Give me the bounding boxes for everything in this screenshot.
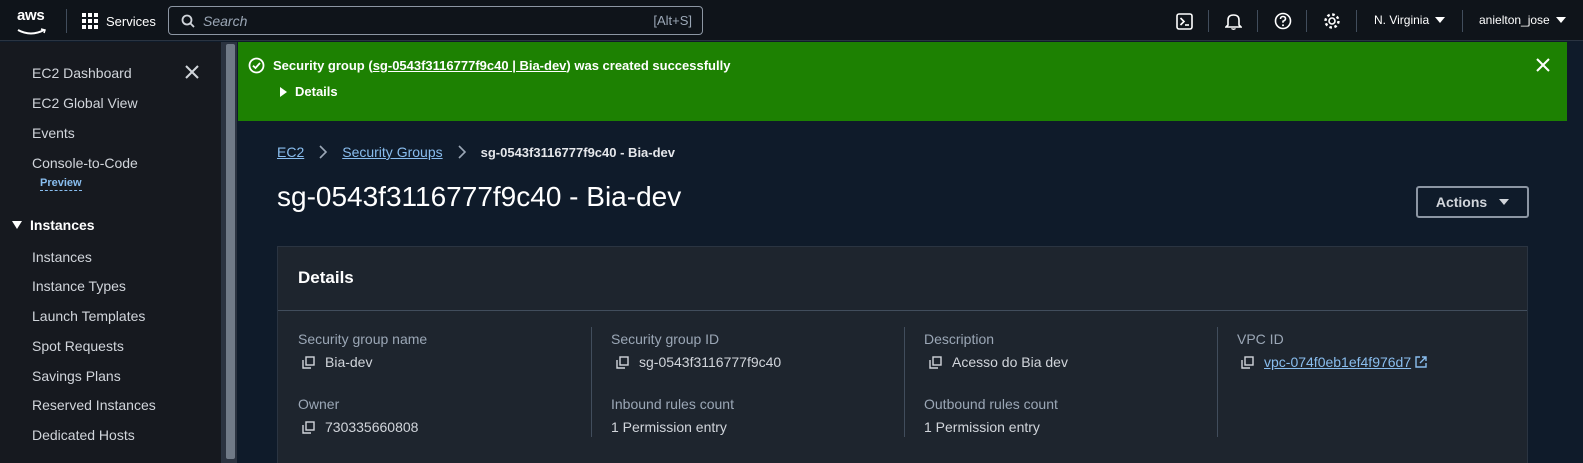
- panel-header: Details: [278, 247, 1527, 311]
- expand-icon: [12, 221, 22, 229]
- sg-id-text: sg-0543f3116777f9c40: [639, 354, 782, 370]
- sg-id-value: sg-0543f3116777f9c40: [616, 354, 781, 370]
- cloudshell-icon[interactable]: [1174, 11, 1194, 31]
- flash-message: Security group (sg-0543f3116777f9c40 | B…: [273, 58, 730, 73]
- sg-name-label: Security group name: [298, 331, 428, 347]
- sidebar-item-ec2-dashboard[interactable]: EC2 Dashboard: [32, 65, 132, 81]
- owner-label: Owner: [298, 396, 340, 412]
- breadcrumb-current: sg-0543f3116777f9c40 - Bia-dev: [480, 144, 676, 160]
- top-navigation: aws Services [Alt+S] N. Virginia: [0, 0, 1583, 41]
- actions-label: Actions: [1435, 194, 1488, 210]
- outbound-rules-value: 1 Permission entry: [924, 419, 1040, 435]
- flash-suffix: ) was created successfully: [566, 58, 731, 73]
- search-shortcut-hint: [Alt+S]: [653, 13, 692, 28]
- success-check-icon: [248, 57, 265, 74]
- sidebar-item-events[interactable]: Events: [32, 125, 75, 141]
- nav-divider: [1306, 10, 1307, 32]
- sg-name-text: Bia-dev: [325, 354, 373, 370]
- aws-logo[interactable]: aws: [17, 7, 53, 35]
- description-value: Acesso do Bia dev: [929, 354, 1068, 370]
- nav-divider: [1208, 10, 1209, 32]
- sidebar-item-reserved-instances[interactable]: Reserved Instances: [32, 397, 156, 413]
- nav-divider: [1356, 10, 1357, 32]
- inbound-rules-value: 1 Permission entry: [611, 419, 727, 435]
- settings-icon[interactable]: [1322, 11, 1342, 31]
- sidebar-item-instances[interactable]: Instances: [32, 249, 92, 265]
- description-label: Description: [924, 331, 995, 347]
- chevron-right-icon: [458, 145, 466, 159]
- sg-id-label: Security group ID: [611, 331, 720, 347]
- aws-smile-icon: [17, 28, 46, 35]
- inbound-rules-label: Inbound rules count: [611, 396, 734, 412]
- vpc-id-label: VPC ID: [1237, 331, 1284, 347]
- panel-title: Details: [298, 268, 354, 287]
- flash-prefix: Security group (: [273, 58, 373, 73]
- sidebar-item-savings-plans[interactable]: Savings Plans: [32, 368, 121, 384]
- details-panel: Details Security group name Bia-dev Secu…: [277, 246, 1528, 463]
- nav-divider: [66, 9, 67, 33]
- search-icon: [181, 14, 195, 28]
- services-grid-icon: [82, 13, 98, 29]
- flash-details-label: Details: [295, 84, 338, 99]
- flash-details-toggle[interactable]: Details: [280, 84, 338, 99]
- scrollbar-thumb[interactable]: [226, 44, 235, 459]
- preview-badge: Preview: [40, 177, 82, 191]
- services-menu-button[interactable]: Services: [82, 10, 156, 32]
- caret-right-icon: [280, 86, 287, 97]
- outbound-rules-label: Outbound rules count: [924, 396, 1058, 412]
- sidebar-item-instance-types[interactable]: Instance Types: [32, 278, 126, 294]
- close-icon[interactable]: [1535, 57, 1551, 73]
- breadcrumb-security-groups[interactable]: Security Groups: [342, 144, 442, 160]
- actions-button[interactable]: Actions: [1416, 186, 1529, 218]
- column-divider: [904, 327, 905, 437]
- services-label: Services: [106, 13, 156, 29]
- region-label: N. Virginia: [1374, 13, 1430, 27]
- chevron-down-icon: [1435, 17, 1446, 23]
- aws-logo-text: aws: [17, 7, 45, 24]
- copy-icon[interactable]: [929, 355, 942, 369]
- region-selector[interactable]: N. Virginia: [1374, 13, 1446, 27]
- sg-name-value: Bia-dev: [302, 354, 372, 370]
- sidebar-item-console-to-code[interactable]: Console-to-Code: [32, 155, 138, 171]
- copy-icon[interactable]: [302, 420, 315, 434]
- copy-icon[interactable]: [1241, 355, 1254, 369]
- chevron-right-icon: [319, 145, 328, 159]
- success-flash-banner: [238, 42, 1567, 121]
- notifications-icon[interactable]: [1223, 11, 1243, 31]
- breadcrumb: EC2 Security Groups sg-0543f3116777f9c40…: [277, 144, 675, 160]
- username-label: anielton_jose: [1479, 13, 1550, 27]
- nav-divider: [1462, 10, 1463, 32]
- column-divider: [591, 327, 592, 437]
- copy-icon[interactable]: [616, 355, 629, 369]
- owner-text: 730335660808: [325, 419, 419, 435]
- description-text: Acesso do Bia dev: [952, 354, 1068, 370]
- nav-divider: [1257, 10, 1258, 32]
- search-bar[interactable]: [Alt+S]: [168, 6, 703, 35]
- flash-sg-link[interactable]: sg-0543f3116777f9c40 | Bia-dev: [373, 58, 567, 73]
- sidebar-item-launch-templates[interactable]: Launch Templates: [32, 308, 145, 324]
- page-title: sg-0543f3116777f9c40 - Bia-dev: [277, 181, 682, 212]
- chevron-down-icon: [1499, 199, 1510, 205]
- sidebar-section-instances[interactable]: Instances: [12, 217, 95, 233]
- sidebar-item-dedicated-hosts[interactable]: Dedicated Hosts: [32, 427, 135, 443]
- vpc-id-link[interactable]: vpc-074f0eb1ef4f976d7: [1264, 354, 1411, 370]
- external-link-icon[interactable]: [1415, 356, 1427, 368]
- section-title: Instances: [30, 217, 95, 233]
- breadcrumb-ec2[interactable]: EC2: [277, 144, 304, 160]
- copy-icon[interactable]: [302, 355, 315, 369]
- column-divider: [1217, 327, 1218, 437]
- sidebar-item-spot-requests[interactable]: Spot Requests: [32, 338, 124, 354]
- help-icon[interactable]: [1273, 11, 1293, 31]
- sidebar-item-ec2-global-view[interactable]: EC2 Global View: [32, 95, 138, 111]
- search-input[interactable]: [203, 12, 623, 29]
- chevron-down-icon: [1555, 17, 1566, 23]
- vpc-id-value: vpc-074f0eb1ef4f976d7: [1241, 354, 1427, 370]
- close-icon[interactable]: [183, 63, 201, 81]
- owner-value: 730335660808: [302, 419, 418, 435]
- account-menu[interactable]: anielton_jose: [1479, 13, 1566, 27]
